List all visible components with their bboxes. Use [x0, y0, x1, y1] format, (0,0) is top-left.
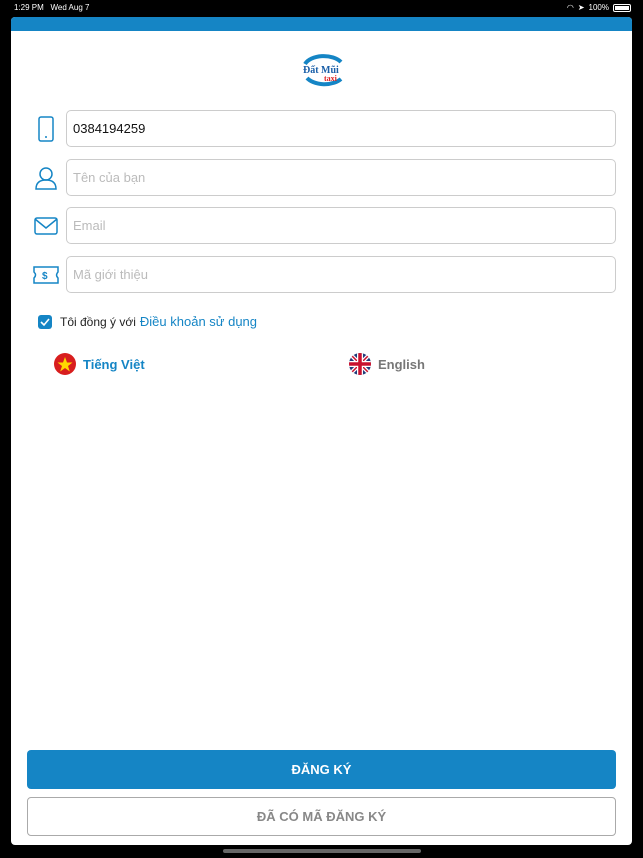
uk-flag-icon: [349, 353, 371, 375]
phone-icon: [31, 114, 61, 144]
status-right: ◠ ➤ 100%: [567, 3, 631, 12]
name-row: [31, 159, 616, 196]
register-button[interactable]: ĐĂNG KÝ: [27, 750, 616, 789]
name-input[interactable]: [66, 159, 616, 196]
vietnam-flag-icon: [54, 353, 76, 375]
svg-text:$: $: [42, 271, 48, 282]
location-icon: ➤: [577, 3, 585, 12]
email-row: [31, 207, 616, 244]
agree-text: Tôi đồng ý với: [60, 314, 136, 329]
agree-checkbox[interactable]: [38, 314, 52, 329]
language-vietnamese[interactable]: Tiếng Việt: [54, 353, 145, 375]
phone-row: [31, 110, 616, 147]
time: 1:29 PM: [14, 3, 44, 12]
language-english[interactable]: English: [349, 353, 425, 375]
home-indicator: [223, 849, 421, 853]
battery-icon: [613, 3, 631, 12]
phone-input[interactable]: [66, 110, 616, 147]
ticket-icon: $: [31, 260, 61, 290]
date: Wed Aug 7: [50, 3, 90, 12]
terms-link[interactable]: Điều khoản sử dụng: [140, 314, 257, 329]
battery-percent: 100%: [588, 3, 609, 12]
status-bar: 1:29 PM Wed Aug 7 ◠ ➤ 100%: [0, 0, 643, 14]
svg-text:taxi: taxi: [324, 74, 338, 83]
wifi-icon: ◠: [566, 3, 574, 12]
have-code-button[interactable]: ĐÃ CÓ MÃ ĐĂNG KÝ: [27, 797, 616, 836]
mail-icon: [31, 211, 61, 241]
referral-row: $: [31, 256, 616, 293]
terms-agreement: Tôi đồng ý với Điều khoản sử dụng: [38, 314, 257, 329]
register-card: Đất Mũi taxi $ Tôi đồng ý với Điều khoản…: [11, 17, 632, 845]
language-label: Tiếng Việt: [83, 356, 145, 372]
header-bar: [11, 17, 632, 31]
logo: Đất Mũi taxi: [303, 54, 343, 87]
email-input[interactable]: [66, 207, 616, 244]
language-label: English: [378, 356, 425, 372]
status-time-date: 1:29 PM Wed Aug 7: [14, 3, 89, 12]
referral-input[interactable]: [66, 256, 616, 293]
user-icon: [31, 163, 61, 193]
